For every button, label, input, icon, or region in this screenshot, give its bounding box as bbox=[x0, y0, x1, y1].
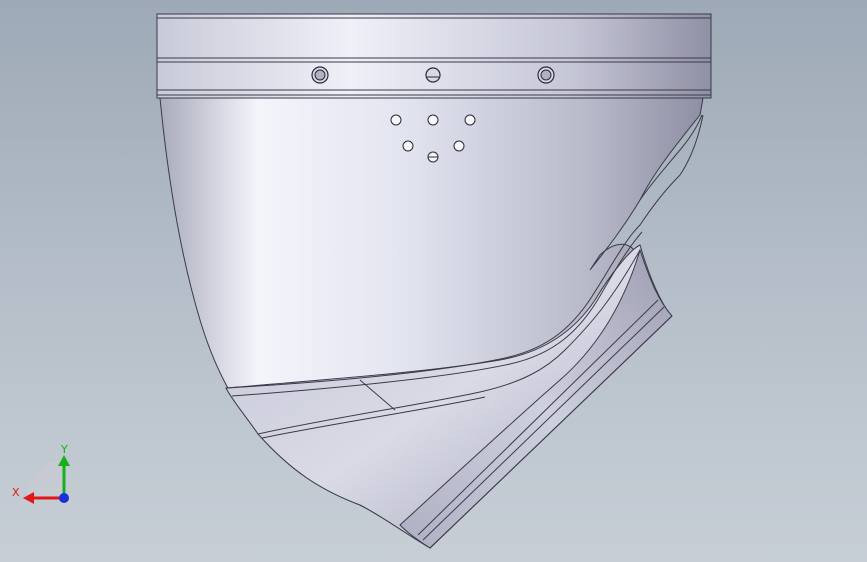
flange-screw[interactable] bbox=[311, 66, 329, 84]
x-axis-label: X bbox=[12, 486, 20, 499]
vent-hole bbox=[390, 114, 402, 126]
cad-viewport[interactable] bbox=[0, 0, 867, 562]
orientation-triad[interactable]: Y X bbox=[10, 438, 80, 508]
y-axis-label: Y bbox=[60, 443, 68, 456]
vent-hole bbox=[427, 114, 439, 126]
vent-hole bbox=[453, 140, 465, 152]
vent-hole bbox=[402, 140, 414, 152]
vent-hole bbox=[464, 114, 476, 126]
flange-screw[interactable] bbox=[537, 66, 555, 84]
top-flange[interactable] bbox=[156, 13, 712, 99]
duct-elbow-model[interactable] bbox=[156, 13, 712, 549]
flange-screw[interactable] bbox=[425, 67, 441, 83]
z-axis-dot bbox=[59, 493, 69, 503]
